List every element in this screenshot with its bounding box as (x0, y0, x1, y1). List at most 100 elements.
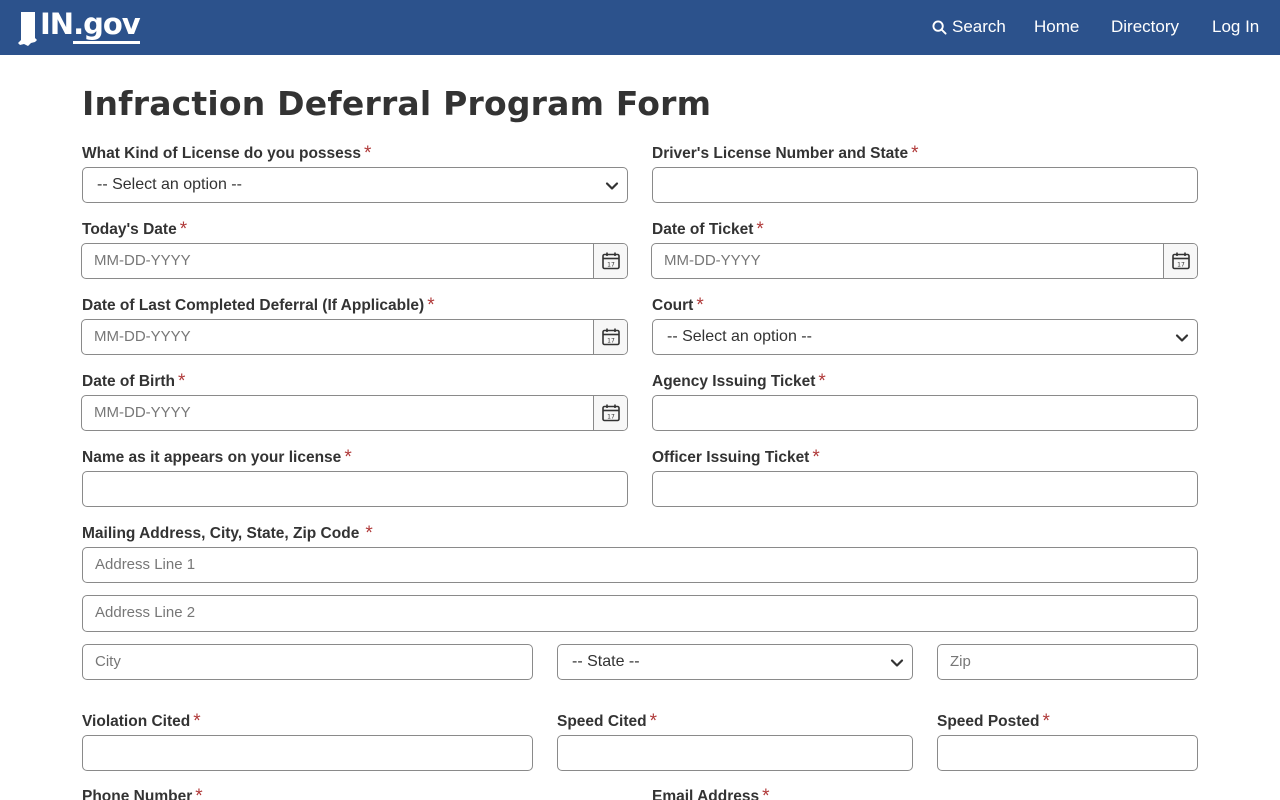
license-number-input[interactable] (652, 167, 1198, 203)
officer-label: Officer Issuing Ticket * (652, 446, 820, 468)
officer-input[interactable] (652, 471, 1198, 507)
svg-text:17: 17 (1177, 262, 1185, 269)
calendar-icon: 17 (601, 328, 620, 346)
ticket-date-label-text: Date of Ticket (652, 221, 754, 238)
birth-date-label: Date of Birth * (82, 370, 185, 392)
required-asterisk: * (818, 371, 826, 392)
required-asterisk: * (696, 295, 704, 316)
license-kind-select-value: -- Select an option -- (97, 176, 242, 193)
nav-search-label: Search (952, 17, 1006, 36)
last-deferral-date-input[interactable]: MM-DD-YYYY 17 (81, 319, 628, 355)
required-asterisk: * (364, 143, 372, 164)
speed-cited-label: Speed Cited * (557, 710, 657, 732)
zip-input[interactable]: Zip (937, 644, 1198, 680)
birth-date-calendar-button[interactable]: 17 (593, 396, 627, 430)
name-label-text: Name as it appears on your license (82, 449, 342, 466)
agency-label-text: Agency Issuing Ticket (652, 373, 816, 390)
city-input[interactable]: City (82, 644, 533, 680)
license-number-label: Driver's License Number and State * (652, 142, 919, 164)
nav-home-link[interactable]: Home (1034, 17, 1079, 37)
license-kind-label: What Kind of License do you possess * (82, 142, 371, 164)
last-deferral-calendar-button[interactable]: 17 (593, 320, 627, 354)
court-label: Court * (652, 294, 704, 316)
in-gov-logo[interactable]: IN.gov (18, 7, 141, 46)
chevron-down-icon (890, 659, 904, 667)
speed-posted-label: Speed Posted * (937, 710, 1050, 732)
violation-input[interactable] (82, 735, 533, 771)
required-asterisk: * (344, 447, 352, 468)
required-asterisk: * (195, 786, 203, 800)
todays-date-placeholder: MM-DD-YYYY (94, 252, 191, 269)
chevron-down-icon (605, 182, 619, 190)
required-asterisk: * (649, 711, 657, 732)
required-asterisk: * (911, 143, 919, 164)
required-asterisk: * (427, 295, 435, 316)
email-label-text: Email Address (652, 788, 760, 800)
nav-login-link[interactable]: Log In (1212, 17, 1259, 37)
calendar-icon: 17 (601, 252, 620, 270)
birth-date-placeholder: MM-DD-YYYY (94, 404, 191, 421)
logo-gov-text: .gov (73, 7, 141, 44)
birth-date-label-text: Date of Birth (82, 373, 175, 390)
calendar-icon: 17 (1171, 252, 1190, 270)
required-asterisk: * (812, 447, 820, 468)
todays-date-label-text: Today's Date (82, 221, 177, 238)
svg-text:17: 17 (607, 262, 615, 269)
last-deferral-label: Date of Last Completed Deferral (If Appl… (82, 294, 435, 316)
license-kind-label-text: What Kind of License do you possess (82, 145, 362, 162)
svg-text:17: 17 (607, 338, 615, 345)
todays-date-input[interactable]: MM-DD-YYYY 17 (81, 243, 628, 279)
nav-login-label: Log In (1212, 17, 1260, 36)
address-line1-input[interactable]: Address Line 1 (82, 547, 1198, 583)
city-placeholder: City (95, 653, 121, 670)
logo-in-text: IN (40, 7, 74, 41)
address-line2-placeholder: Address Line 2 (95, 604, 196, 621)
court-select[interactable]: -- Select an option -- (652, 319, 1198, 355)
speed-posted-label-text: Speed Posted (937, 713, 1040, 730)
violation-label-text: Violation Cited (82, 713, 191, 730)
required-asterisk: * (179, 219, 188, 240)
zip-placeholder: Zip (950, 653, 971, 670)
todays-date-calendar-button[interactable]: 17 (593, 244, 627, 278)
birth-date-input[interactable]: MM-DD-YYYY 17 (81, 395, 628, 431)
page-title: Infraction Deferral Program Form (82, 84, 712, 123)
top-navigation-bar: IN.gov Search Home Directory Log In (0, 0, 1280, 55)
violation-label: Violation Cited * (82, 710, 201, 732)
nav-directory-link[interactable]: Directory (1111, 17, 1179, 37)
logo-wordmark: IN.gov (40, 7, 141, 44)
officer-label-text: Officer Issuing Ticket (652, 449, 810, 466)
state-select-value: -- State -- (572, 653, 640, 670)
last-deferral-label-text: Date of Last Completed Deferral (If Appl… (82, 297, 425, 314)
nav-search-link[interactable]: Search (932, 17, 1006, 37)
court-select-value: -- Select an option -- (667, 328, 812, 345)
last-deferral-placeholder: MM-DD-YYYY (94, 328, 191, 345)
phone-label: Phone Number * (82, 785, 203, 800)
required-asterisk: * (756, 219, 764, 240)
svg-text:17: 17 (607, 414, 615, 421)
ticket-date-input[interactable]: MM-DD-YYYY 17 (651, 243, 1198, 279)
chevron-down-icon (1175, 334, 1189, 342)
ticket-date-calendar-button[interactable]: 17 (1163, 244, 1197, 278)
agency-input[interactable] (652, 395, 1198, 431)
name-input[interactable] (82, 471, 628, 507)
ticket-date-label: Date of Ticket * (652, 218, 764, 240)
required-asterisk: * (762, 786, 770, 800)
speed-posted-input[interactable] (937, 735, 1198, 771)
required-asterisk: * (1042, 711, 1050, 732)
speed-cited-input[interactable] (557, 735, 913, 771)
license-kind-select[interactable]: -- Select an option -- (82, 167, 628, 203)
mailing-address-label-text: Mailing Address, City, State, Zip Code (82, 525, 360, 542)
calendar-icon: 17 (601, 404, 620, 422)
name-label: Name as it appears on your license * (82, 446, 352, 468)
mailing-address-label: Mailing Address, City, State, Zip Code * (82, 522, 373, 544)
ticket-date-placeholder: MM-DD-YYYY (664, 252, 761, 269)
address-line1-placeholder: Address Line 1 (95, 556, 196, 573)
license-number-label-text: Driver's License Number and State (652, 145, 909, 162)
search-icon (932, 19, 947, 35)
address-line2-input[interactable]: Address Line 2 (82, 595, 1198, 632)
state-select[interactable]: -- State -- (557, 644, 913, 680)
speed-cited-label-text: Speed Cited (557, 713, 647, 730)
court-label-text: Court (652, 297, 694, 314)
phone-label-text: Phone Number (82, 788, 193, 800)
todays-date-label: Today's Date * (82, 218, 187, 240)
